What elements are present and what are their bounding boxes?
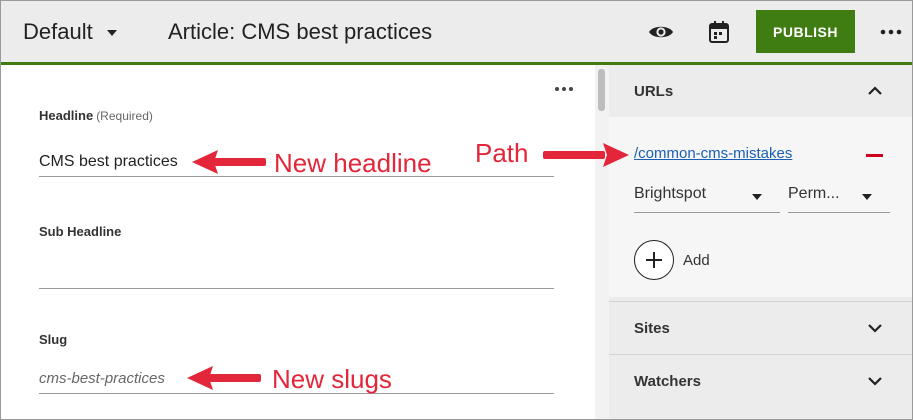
subheadline-input[interactable] (39, 259, 554, 289)
add-url-label: Add (683, 251, 710, 269)
site-select-value: Brightspot (634, 185, 707, 202)
path-annotation-label: Path (475, 138, 529, 168)
chevron-down-icon (752, 194, 762, 200)
chevron-down-icon (862, 194, 872, 200)
watchers-section-header[interactable]: Watchers (609, 355, 912, 407)
scrollbar-thumb[interactable] (598, 69, 605, 111)
url-type-select[interactable]: Perm... (788, 179, 890, 213)
chevron-down-icon (868, 377, 882, 386)
page-title: Article: CMS best practices (168, 19, 433, 44)
form-more-icon[interactable] (552, 79, 576, 99)
remove-url-button[interactable] (866, 154, 883, 157)
chevron-up-icon (868, 86, 882, 95)
headline-annotation-arrow (192, 150, 266, 174)
top-toolbar: Default Article: CMS best practices PUBL… (1, 1, 912, 63)
headline-annotation-label: New headline (274, 148, 432, 178)
form-scrollbar[interactable] (595, 65, 609, 419)
sites-section-title: Sites (634, 319, 670, 337)
calendar-icon[interactable] (706, 19, 732, 45)
required-indicator: (Required) (96, 109, 153, 123)
cms-editor-window: Default Article: CMS best practices PUBL… (0, 0, 913, 420)
content-type-label: Default (23, 19, 93, 44)
add-url-button[interactable]: Add (634, 240, 710, 280)
headline-label: Headline (Required) (39, 108, 153, 123)
plus-icon (634, 240, 674, 280)
site-select[interactable]: Brightspot (634, 179, 780, 213)
path-annotation-arrow (543, 143, 629, 167)
urls-section-header[interactable]: URLs (609, 65, 912, 117)
subheadline-label: Sub Headline (39, 224, 122, 239)
headline-label-text: Headline (39, 108, 94, 123)
right-sidebar: URLs /common-cms-mistakes Brightspot Per… (609, 65, 912, 419)
slug-annotation-label: New slugs (272, 364, 392, 394)
slug-annotation-arrow (187, 366, 261, 390)
sites-section-header[interactable]: Sites (609, 302, 912, 354)
content-type-dropdown[interactable]: Default (23, 17, 117, 47)
more-horizontal-icon[interactable] (878, 19, 904, 45)
publish-button[interactable]: PUBLISH (756, 10, 855, 53)
eye-icon[interactable] (648, 19, 674, 45)
watchers-section-title: Watchers (634, 372, 701, 390)
urls-section-title: URLs (634, 82, 674, 100)
url-path-link[interactable]: /common-cms-mistakes (634, 145, 792, 162)
url-type-value: Perm... (788, 185, 840, 202)
chevron-down-icon (868, 324, 882, 333)
chevron-down-icon (106, 30, 117, 36)
slug-label: Slug (39, 332, 68, 347)
urls-section-body: /common-cms-mistakes Brightspot Perm... … (609, 117, 912, 297)
